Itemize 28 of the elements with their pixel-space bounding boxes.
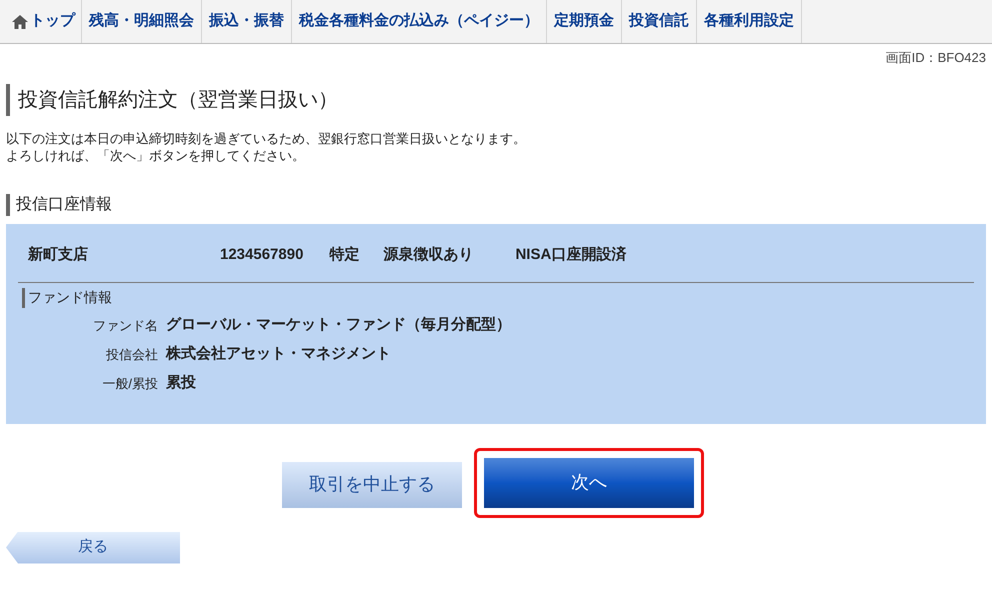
cancel-button[interactable]: 取引を中止する — [282, 462, 462, 508]
fund-section-title: ファンド情報 — [28, 288, 112, 307]
home-icon — [12, 14, 28, 28]
field-label: 一般/累投 — [101, 374, 159, 393]
notice-text: 以下の注文は本日の申込締切時刻を過ぎているため、翌銀行窓口営業日扱いとなります。 — [6, 130, 527, 146]
withholding-status: 源泉徴収あり — [383, 245, 474, 266]
nav-tab[interactable]: 残高・明細照会 — [82, 0, 202, 43]
nav-tab[interactable]: トップ — [6, 0, 82, 43]
nav-tab[interactable]: 定期預金 — [547, 0, 622, 43]
field-value: グローバル・マーケット・ファンド（毎月分配型） — [166, 315, 511, 336]
nav-tab[interactable]: 振込・振替 — [202, 0, 292, 43]
account-type: 特定 — [329, 245, 360, 266]
section-title: 投信口座情報 — [16, 194, 113, 214]
nav-tab[interactable]: 投資信託 — [622, 0, 697, 43]
field-label: ファンド名 — [92, 316, 159, 335]
field-value: 累投 — [166, 373, 196, 394]
field-value: 株式会社アセット・マネジメント — [166, 344, 391, 364]
field-label: 投信会社 — [105, 346, 159, 364]
back-button[interactable]: 戻る — [6, 532, 180, 564]
screen-id: 画面ID：BFO423 — [886, 49, 986, 67]
account-number: 1234567890 — [220, 245, 304, 266]
nisa-status: NISA口座開設済 — [515, 245, 626, 266]
page-title: 投資信託解約注文（翌営業日扱い） — [18, 88, 339, 112]
nav-tab[interactable]: 各種利用設定 — [697, 0, 802, 43]
next-button[interactable]: 次へ — [484, 458, 694, 508]
branch-name: 新町支店 — [28, 245, 89, 266]
nav-tab[interactable]: 税金各種料金の払込み（ペイジー） — [292, 0, 547, 43]
notice-text: よろしければ、「次へ」ボタンを押してください。 — [6, 146, 306, 164]
